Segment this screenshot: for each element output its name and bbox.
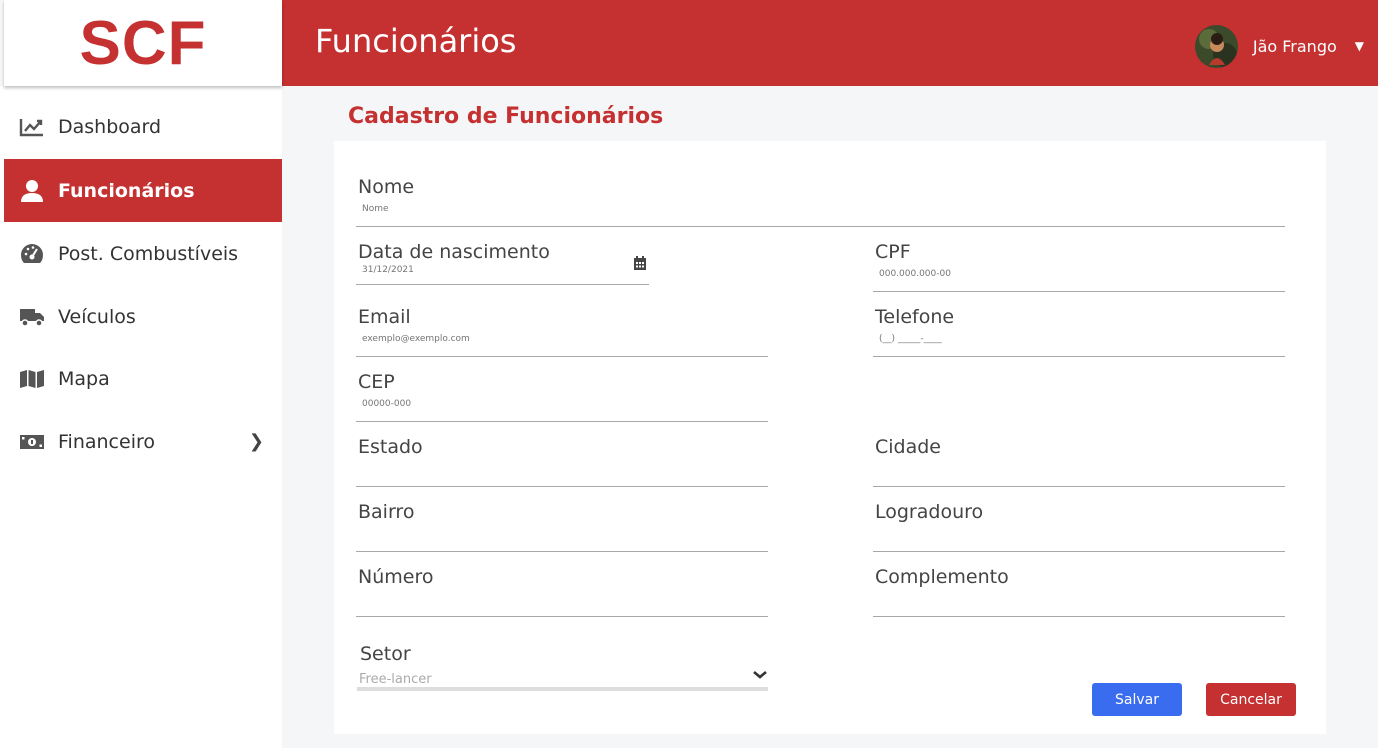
cep-input[interactable] <box>362 399 733 409</box>
field-label: CPF <box>875 241 911 263</box>
field-label: Estado <box>358 436 423 458</box>
numero-field[interactable]: Número <box>356 566 768 617</box>
setor-value: Free-lancer <box>359 672 432 687</box>
header-bar: Funcionários Jão Frango ▼ <box>282 0 1378 86</box>
telefone-input[interactable] <box>879 334 1250 344</box>
sidebar-item-label: Post. Combustíveis <box>58 242 239 265</box>
complemento-field[interactable]: Complemento <box>873 566 1285 617</box>
cancel-button[interactable]: Cancelar <box>1206 683 1296 716</box>
nascimento-input[interactable] <box>362 265 626 275</box>
save-button[interactable]: Salvar <box>1092 683 1182 716</box>
caret-down-icon[interactable]: ▼ <box>1355 39 1364 53</box>
user-name: Jão Frango <box>1252 36 1337 56</box>
sidebar-item-veiculos[interactable]: Veículos <box>4 285 282 348</box>
sidebar-item-label: Veículos <box>58 305 136 328</box>
field-label: Data de nascimento <box>358 241 550 263</box>
sidebar-item-financeiro[interactable]: Financeiro ❯ <box>4 410 282 473</box>
email-input[interactable] <box>362 334 733 344</box>
field-label: Logradouro <box>875 501 984 523</box>
nome-field: Nome <box>356 176 1285 227</box>
chevron-down-icon[interactable] <box>752 666 768 685</box>
nascimento-field: Data de nascimento <box>356 241 649 285</box>
logradouro-field[interactable]: Logradouro <box>873 501 1285 552</box>
field-label: Cidade <box>875 436 941 458</box>
bairro-field[interactable]: Bairro <box>356 501 768 552</box>
sidebar-item-dashboard[interactable]: Dashboard <box>4 95 282 158</box>
setor-select[interactable]: Free-lancer <box>357 668 768 691</box>
user-icon <box>18 179 46 202</box>
gauge-icon <box>18 243 46 265</box>
field-label: Telefone <box>875 306 955 328</box>
cpf-field: CPF <box>873 241 1285 292</box>
money-bill-icon <box>18 431 46 453</box>
sidebar-item-label: Dashboard <box>58 115 162 138</box>
sidebar-item-label: Mapa <box>58 367 110 390</box>
page-title: Funcionários <box>315 22 517 60</box>
field-label: Número <box>358 566 434 588</box>
form-title: Cadastro de Funcionários <box>348 104 664 129</box>
estado-field[interactable]: Estado <box>356 436 768 487</box>
calendar-icon[interactable] <box>633 255 647 275</box>
sidebar-item-label: Funcionários <box>58 179 195 202</box>
truck-icon <box>18 306 46 328</box>
nome-input[interactable] <box>362 204 1199 214</box>
logo-text: SCF <box>79 8 207 78</box>
logo[interactable]: SCF <box>4 0 282 86</box>
sidebar-item-funcionarios[interactable]: Funcionários <box>4 159 282 222</box>
map-icon <box>18 368 46 390</box>
user-menu[interactable]: Jão Frango ▼ <box>1194 24 1364 68</box>
cep-field: CEP <box>356 371 768 422</box>
sidebar: Dashboard Funcionários Post. Combustívei… <box>0 86 282 748</box>
cpf-input[interactable] <box>879 269 1250 279</box>
field-label: Bairro <box>358 501 415 523</box>
telefone-field: Telefone <box>873 306 1285 357</box>
avatar[interactable] <box>1194 24 1238 68</box>
sidebar-item-label: Financeiro <box>58 430 155 453</box>
chevron-right-icon[interactable]: ❯ <box>249 431 264 452</box>
field-label: Complemento <box>875 566 1009 588</box>
sidebar-item-mapa[interactable]: Mapa <box>4 347 282 410</box>
cidade-field[interactable]: Cidade <box>873 436 1285 487</box>
sidebar-item-postos[interactable]: Post. Combustíveis <box>4 222 282 285</box>
email-field: Email <box>356 306 768 357</box>
chart-line-icon <box>18 116 46 138</box>
field-label: Nome <box>358 176 415 198</box>
setor-label: Setor <box>360 643 411 665</box>
field-label: Email <box>358 306 411 328</box>
field-label: CEP <box>358 371 395 393</box>
